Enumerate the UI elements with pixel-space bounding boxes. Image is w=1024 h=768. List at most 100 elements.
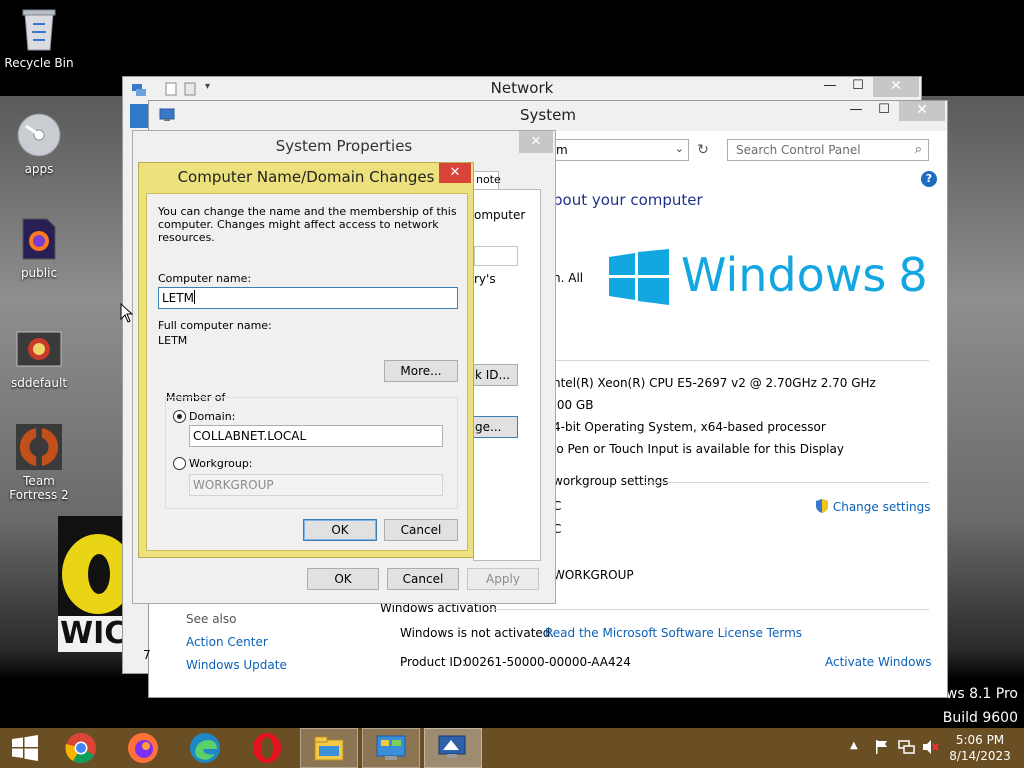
dialog-description: You can change the name and the membersh…: [158, 205, 457, 244]
blue-strip: [130, 104, 148, 128]
domain-radio[interactable]: [173, 410, 186, 423]
divider: [489, 609, 929, 610]
dialog-cancel-button[interactable]: Cancel: [384, 519, 458, 541]
workgroup-radio[interactable]: [173, 457, 186, 470]
system-close-button[interactable]: ✕: [899, 101, 945, 121]
sysprops-ok-button[interactable]: OK: [307, 568, 379, 590]
taskbar-control-panel[interactable]: [362, 728, 420, 768]
show-hidden-icons-icon[interactable]: ▲: [850, 740, 858, 751]
chrome-icon: [65, 733, 96, 764]
action-center-link[interactable]: Action Center: [186, 635, 268, 649]
network-window-title: Network: [490, 79, 554, 97]
desktop-icon-public[interactable]: public: [0, 216, 78, 280]
background-image-partial: WIC: [58, 516, 128, 652]
sysprops-cancel-button[interactable]: Cancel: [387, 568, 459, 590]
spec-pen-touch: lo Pen or Touch Input is available for t…: [553, 442, 844, 456]
help-icon[interactable]: ?: [921, 171, 937, 187]
clock-date: 8/14/2023: [949, 749, 1011, 763]
desktop-icon-label: public: [20, 266, 58, 280]
os-watermark-line2: Build 9600: [942, 710, 1018, 726]
uac-shield-icon: [815, 499, 829, 514]
spec-system-type: 4-bit Operating System, x64-based proces…: [553, 420, 826, 434]
taskbar: ▲ 5:06 PM 8/14/2023: [0, 728, 1024, 768]
see-also-heading: See also: [186, 612, 237, 626]
address-dropdown-icon[interactable]: ⌄: [675, 142, 684, 155]
team-fortress-icon: [16, 424, 62, 470]
clock-time: 5:06 PM: [955, 733, 1005, 747]
wic-text: WIC: [58, 616, 128, 652]
clock[interactable]: 5:06 PM 8/14/2023: [948, 732, 1012, 764]
desktop-icon-label: sddefault: [10, 376, 68, 390]
system-maximize-button[interactable]: ☐: [871, 101, 897, 121]
network-tray-icon[interactable]: [898, 739, 916, 758]
more-button[interactable]: More...: [384, 360, 458, 382]
disc-icon: [16, 112, 62, 158]
copyright-partial: n. All: [553, 271, 584, 285]
domain-input[interactable]: COLLABNET.LOCAL: [189, 425, 443, 447]
network-minimize-button[interactable]: —: [817, 77, 843, 97]
dialog-close-button[interactable]: ✕: [439, 163, 471, 183]
desktop-icon-label: apps: [24, 162, 54, 176]
tab-remote[interactable]: note: [473, 171, 501, 189]
computer-name-dialog: Computer Name/Domain Changes ✕ You can c…: [138, 162, 474, 558]
radio-dot: [177, 414, 182, 419]
action-center-flag-icon[interactable]: [874, 739, 890, 758]
computer-name-input[interactable]: LETM: [158, 287, 458, 309]
workgroup-input[interactable]: WORKGROUP: [189, 474, 443, 496]
activate-windows-link[interactable]: Activate Windows: [825, 655, 932, 669]
logo-number: 8: [898, 248, 928, 302]
system-minimize-button[interactable]: —: [843, 101, 869, 121]
computer-name-value: LETM: [162, 291, 194, 305]
firefox-icon: [128, 733, 158, 763]
not-activated-text: Windows is not activated.: [400, 626, 555, 640]
control-panel-icon: [376, 735, 406, 760]
search-icon[interactable]: ⌕: [915, 142, 922, 157]
search-box[interactable]: Search Control Panel ⌕: [727, 139, 929, 161]
network-close-button[interactable]: ✕: [873, 77, 919, 97]
taskbar-opera[interactable]: [238, 728, 296, 768]
full-computer-name-value: LETM: [158, 334, 188, 347]
taskbar-file-explorer[interactable]: [300, 728, 358, 768]
description-field[interactable]: [474, 246, 518, 266]
license-terms-link[interactable]: Read the Microsoft Software License Term…: [545, 626, 802, 640]
spec-ram: .00 GB: [553, 398, 594, 412]
dialog-title: Computer Name/Domain Changes: [177, 168, 435, 186]
windows-logo-icon: [609, 249, 669, 305]
change-settings-text: Change settings: [832, 500, 931, 514]
address-bar[interactable]: m ⌄: [549, 139, 689, 161]
windows-start-icon: [12, 735, 38, 761]
sysprops-apply-button[interactable]: Apply: [467, 568, 539, 590]
full-computer-name-label: Full computer name:: [158, 319, 272, 332]
desktop-icon-apps[interactable]: apps: [0, 112, 78, 176]
change-button[interactable]: ge...: [470, 416, 518, 438]
product-id-value: 00261-50000-00000-AA424: [464, 655, 631, 669]
opera-icon: [253, 733, 281, 763]
start-button[interactable]: [0, 728, 50, 768]
volume-muted-icon[interactable]: [922, 739, 940, 758]
os-watermark-line1: ows 8.1 Pro: [937, 686, 1018, 702]
system-titlebar: System — ☐ ✕: [149, 101, 947, 131]
taskbar-edge[interactable]: [176, 728, 234, 768]
system-heading: bout your computer: [553, 191, 703, 209]
network-maximize-button[interactable]: ☐: [845, 77, 871, 97]
system-properties-title: System Properties: [275, 137, 413, 155]
system-window-title: System: [520, 106, 576, 124]
system-properties-close-button[interactable]: ✕: [519, 131, 553, 153]
taskbar-system-properties[interactable]: [424, 728, 482, 768]
computer-name-label: Computer name:: [158, 272, 252, 285]
mouse-cursor-icon: [120, 302, 134, 326]
refresh-icon[interactable]: ↻: [691, 139, 715, 161]
desktop-icon-team-fortress-2[interactable]: Team Fortress 2: [0, 424, 78, 502]
windows-update-link[interactable]: Windows Update: [186, 658, 287, 672]
tab-text-partial: ry's: [474, 272, 496, 286]
dialog-ok-button[interactable]: OK: [303, 519, 377, 541]
desktop-icon-sddefault[interactable]: sddefault: [0, 326, 78, 390]
desktop-icon-label: Recycle Bin: [4, 56, 74, 70]
windows-logo-text: Windows 8: [681, 247, 928, 303]
change-settings-link[interactable]: Change settings: [815, 499, 930, 514]
divider: [553, 360, 929, 361]
desktop-icon-recycle-bin[interactable]: Recycle Bin: [0, 6, 78, 70]
taskbar-firefox[interactable]: [114, 728, 172, 768]
network-id-button[interactable]: k ID...: [470, 364, 518, 386]
taskbar-chrome[interactable]: [52, 728, 110, 768]
